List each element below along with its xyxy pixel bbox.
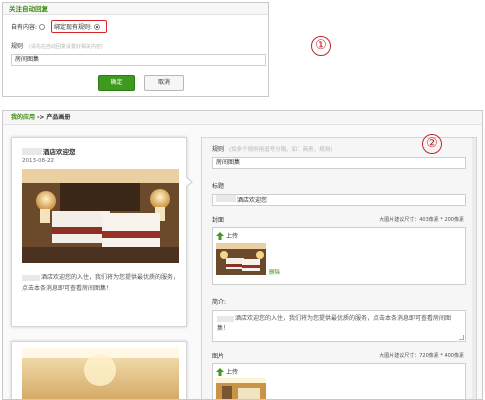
form-cover-label: 封面 <box>212 217 225 224</box>
redacted-name <box>22 274 40 281</box>
redacted-name <box>217 315 234 322</box>
bind-rule-radio[interactable] <box>94 23 101 30</box>
breadcrumb-separator: -> <box>36 114 45 121</box>
form-image-size-hint: 大图片建议尺寸：720像素 * 400像素 <box>379 353 464 359</box>
upload-arrow-icon <box>216 231 224 240</box>
form-rule-input[interactable]: 房间图集 <box>212 157 466 169</box>
form-summary-label: 简介: <box>212 299 227 306</box>
second-preview-image <box>22 348 179 399</box>
cover-delete-link[interactable]: 删除 <box>269 268 280 276</box>
preview-cover-image <box>22 169 179 263</box>
option-bind-rule-label: 绑定现有规则: <box>54 24 93 31</box>
rule-input[interactable]: 房间图集 <box>11 54 266 66</box>
textarea-resize-handle[interactable] <box>459 335 464 340</box>
form-scrollbar[interactable] <box>472 138 476 399</box>
form-title-input[interactable]: 酒店欢迎您 <box>212 194 466 206</box>
rule-label: 规则 <box>11 43 24 50</box>
redacted-name <box>216 195 236 202</box>
option-self-content-label: 自有内容: <box>11 24 38 31</box>
callout-number-two: ② <box>422 134 442 154</box>
breadcrumb-current: 产品画册 <box>46 114 71 121</box>
image-upload-box: 上传 <box>212 363 466 399</box>
form-title-label: 标题 <box>212 183 225 190</box>
form-rule-label: 规则 <box>212 146 225 153</box>
preview-date: 2013-08-22 <box>22 158 54 164</box>
form-rule-label-row: 规则 (如多个规则用逗号分隔，如：商务，规则) <box>212 144 332 153</box>
confirm-button[interactable]: 确定 <box>98 75 135 91</box>
preview-description: 酒店欢迎您的入住，我们将为您提供最优质的服务，点击本条消息即可查看房间图集！ <box>22 272 182 294</box>
rule-hint: (请先在自动回复设置好相关内容) <box>28 44 103 50</box>
cover-upload-box: 上传 删除 <box>212 227 466 285</box>
form-rule-hint: (如多个规则用逗号分隔，如：商务，规则) <box>228 147 333 153</box>
form-summary-value: 酒店欢迎您的入住，我们将为您提供最优质的服务，点击本条消息即可查看房间图集！ <box>217 315 452 332</box>
form-image-label: 图片 <box>212 353 225 360</box>
breadcrumb: 我的应用 -> 产品画册 <box>3 111 482 125</box>
image-upload-label: 上传 <box>226 369 239 376</box>
bind-rule-highlight: 绑定现有规则: <box>51 20 108 33</box>
preview-pointer <box>185 176 193 188</box>
form-summary-textarea[interactable]: 酒店欢迎您的入住，我们将为您提供最优质的服务，点击本条消息即可查看房间图集！ <box>212 310 466 342</box>
callout-number-one: ① <box>311 36 331 56</box>
self-content-radio[interactable] <box>39 23 46 30</box>
preview-title-text: 酒店欢迎您 <box>43 148 76 156</box>
album-editor: 我的应用 -> 产品画册 酒店欢迎您 2013-08-22 酒店欢迎您的入住，我… <box>2 110 483 400</box>
cancel-button[interactable]: 取消 <box>144 75 184 91</box>
cover-upload-label: 上传 <box>226 233 239 240</box>
message-preview-card: 酒店欢迎您 2013-08-22 酒店欢迎您的入住，我们将为您提供最优质的服务，… <box>11 137 187 327</box>
rule-label-row: 规则 (请先在自动回复设置好相关内容) <box>11 41 103 50</box>
image-thumbnail <box>216 378 266 399</box>
form-cover-size-hint: 大图片建议尺寸：403像素 * 200像素 <box>379 217 464 223</box>
form-title-value: 酒店欢迎您 <box>237 197 268 204</box>
cover-upload-button[interactable]: 上传 <box>216 231 238 240</box>
redacted-name <box>22 147 42 155</box>
auto-reply-dialog: 关注自动回复 自有内容: 绑定现有规则: 规则 (请先在自动回复设置好相关内容)… <box>2 2 269 97</box>
preview-title: 酒店欢迎您 <box>22 146 76 156</box>
album-form: 规则 (如多个规则用逗号分隔，如：商务，规则) 房间图集 标题 酒店欢迎您 封面… <box>201 137 477 399</box>
upload-arrow-icon <box>216 367 224 376</box>
reply-type-options: 自有内容: 绑定现有规则: <box>11 20 108 33</box>
preview-description-text: 酒店欢迎您的入住，我们将为您提供最优质的服务，点击本条消息即可查看房间图集！ <box>22 274 180 292</box>
breadcrumb-root-link[interactable]: 我的应用 <box>11 114 35 121</box>
cover-thumbnail <box>216 243 266 275</box>
second-preview-card <box>11 341 187 399</box>
dialog-title: 关注自动回复 <box>3 3 268 15</box>
image-upload-button[interactable]: 上传 <box>216 367 238 376</box>
